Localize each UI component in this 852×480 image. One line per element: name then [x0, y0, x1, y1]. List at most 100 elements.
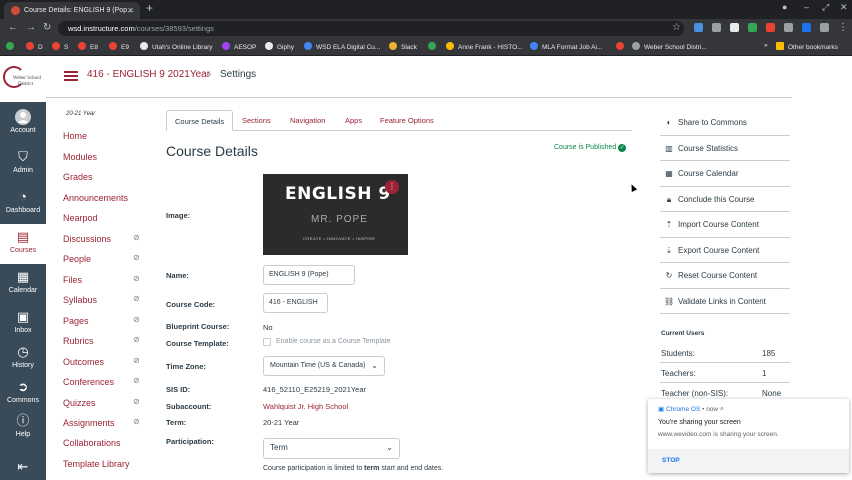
participation-label: Participation:	[166, 437, 214, 446]
timezone-select[interactable]: Mountain Time (US & Canada) ⌄	[263, 356, 385, 376]
bookmark-item[interactable]: MLA Format Job Ai...	[530, 42, 602, 51]
bookmark-item[interactable]: AESOP	[222, 42, 256, 51]
extension-icon[interactable]	[712, 23, 721, 32]
course-nav-collaborations[interactable]: Collaborations	[63, 438, 121, 448]
bookmark-item[interactable]: S	[52, 42, 68, 51]
subaccount-link[interactable]: Wahlquist Jr. High School	[263, 402, 348, 411]
extension-icon[interactable]	[748, 23, 757, 32]
extension-icon[interactable]	[766, 23, 775, 32]
back-icon[interactable]: ←	[8, 22, 18, 33]
export-content-button[interactable]: ⇣ Export Course Content	[664, 246, 790, 255]
bookmark-overflow-icon[interactable]: »	[764, 42, 768, 49]
course-nav-discussions[interactable]: Discussions	[63, 234, 111, 244]
bookmark-item[interactable]: Giphy	[265, 42, 294, 51]
course-nav-quizzes[interactable]: Quizzes	[63, 398, 96, 408]
course-nav-grades[interactable]: Grades	[63, 172, 93, 182]
validate-links-button[interactable]: ⛓ Validate Links in Content	[664, 297, 790, 306]
course-code-input[interactable]: 416 - ENGLISH	[263, 293, 328, 313]
divider	[660, 237, 790, 238]
course-nav-nearpod[interactable]: Nearpod	[63, 213, 98, 223]
participation-select[interactable]: Term ⌄	[263, 438, 400, 459]
calendar-icon: ▦	[665, 169, 673, 178]
global-nav-courses[interactable]: ▤ Courses	[0, 224, 46, 264]
image-label: Image:	[166, 211, 191, 220]
extension-icon[interactable]	[784, 23, 793, 32]
bookmark-item[interactable]: E9	[109, 42, 129, 51]
reload-icon[interactable]: ↻	[43, 22, 51, 33]
extension-icon[interactable]	[802, 23, 811, 32]
course-statistics-button[interactable]: ▥ Course Statistics	[664, 144, 790, 153]
page-title: Course Details	[166, 143, 258, 159]
bookmark-item[interactable]	[428, 42, 440, 51]
global-nav-admin[interactable]: ⛉ Admin	[0, 144, 46, 184]
collapse-icon: ⇤	[17, 459, 29, 474]
global-nav-dashboard[interactable]: ◔ Dashboard	[0, 184, 46, 224]
stop-sharing-button[interactable]: STOP	[662, 457, 680, 464]
bookmark-item[interactable]: D	[26, 42, 43, 51]
bookmark-item[interactable]: Utah's Online Library	[140, 42, 213, 51]
cast-icon[interactable]	[820, 23, 829, 32]
hamburger-icon[interactable]	[64, 71, 78, 81]
bookmark-item[interactable]: Anne Frank - HISTO...	[446, 42, 523, 51]
course-image[interactable]: ENGLISH 9 MR. POPE CREATE • INNOVATE • I…	[263, 174, 408, 255]
conclude-course-button[interactable]: 🔒︎ Conclude this Course	[664, 195, 790, 205]
bookmark-item[interactable]: Slack	[389, 42, 417, 51]
minimize-icon[interactable]: –	[804, 2, 809, 12]
bookmark-item[interactable]	[6, 42, 18, 51]
close-window-icon[interactable]: ✕	[840, 2, 848, 13]
reset-content-button[interactable]: ↻ Reset Course Content	[664, 271, 790, 280]
global-nav-account[interactable]: Account	[0, 104, 46, 144]
tab-navigation[interactable]: Navigation	[282, 110, 333, 131]
course-nav-conferences[interactable]: Conferences	[63, 377, 114, 387]
bookmark-star-icon[interactable]: ☆	[672, 22, 681, 33]
record-icon[interactable]: ●	[782, 2, 787, 12]
district-logo[interactable]: Weber School District	[0, 56, 46, 102]
course-nav-outcomes[interactable]: Outcomes	[63, 357, 104, 367]
maximize-icon[interactable]: ⤢	[822, 2, 829, 13]
tab-course-details[interactable]: Course Details	[166, 110, 234, 131]
nav-label: Admin	[13, 167, 33, 174]
extension-icon[interactable]	[694, 23, 703, 32]
image-options-icon[interactable]: ⋮	[385, 180, 399, 194]
close-tab-icon[interactable]: ✕	[127, 2, 134, 19]
name-label: Name:	[166, 271, 189, 280]
url-field[interactable]: wsd.instructure.com/courses/38593/settin…	[58, 21, 684, 36]
import-content-button[interactable]: ⇡ Import Course Content	[664, 220, 790, 229]
course-calendar-button[interactable]: ▦ Course Calendar	[664, 169, 790, 178]
course-nav-announcements[interactable]: Announcements	[63, 193, 128, 203]
course-name-input[interactable]: ENGLISH 9 (Pope)	[263, 265, 355, 285]
new-tab-icon[interactable]: +	[146, 1, 153, 15]
extension-icon[interactable]	[730, 23, 739, 32]
address-bar-row: ← → ↻ wsd.instructure.com/courses/38593/…	[0, 19, 852, 38]
share-to-commons-button[interactable]: ◐ Share to Commons	[664, 118, 790, 127]
collapse-nav-button[interactable]: ⇤	[0, 454, 46, 478]
bookmark-item[interactable]: Weber School Distri...	[632, 42, 707, 51]
course-nav-files[interactable]: Files	[63, 275, 82, 285]
global-nav-history[interactable]: ◷ History	[0, 339, 46, 379]
global-nav-calendar[interactable]: ▦ Calendar	[0, 264, 46, 304]
other-bookmarks[interactable]: Other bookmarks	[776, 42, 838, 51]
browser-tab[interactable]: Course Details: ENGLISH 9 (Pop… ✕	[4, 2, 140, 19]
course-nav-people[interactable]: People	[63, 254, 91, 264]
breadcrumb-course[interactable]: 416 - ENGLISH 9 2021Year	[87, 69, 210, 80]
course-nav-template-library[interactable]: Template Library	[63, 459, 130, 469]
bookmark-item[interactable]	[616, 42, 628, 51]
course-nav-rubrics[interactable]: Rubrics	[63, 336, 94, 346]
template-checkbox-label: Enable course as a Course Template	[276, 338, 391, 345]
bookmark-item[interactable]: E8	[78, 42, 98, 51]
tab-sections[interactable]: Sections	[234, 110, 279, 131]
menu-kebab-icon[interactable]: ⋮	[838, 22, 848, 33]
bookmark-item[interactable]: WSD ELA Digital Cu...	[304, 42, 380, 51]
global-nav-help[interactable]: ⓘ Help	[0, 408, 46, 448]
course-nav-syllabus[interactable]: Syllabus	[63, 295, 97, 305]
tab-apps[interactable]: Apps	[337, 110, 370, 131]
course-nav-home[interactable]: Home	[63, 131, 87, 141]
tab-feature-options[interactable]: Feature Options	[372, 110, 442, 131]
course-nav-assignments[interactable]: Assignments	[63, 418, 115, 428]
template-checkbox[interactable]	[263, 338, 271, 346]
course-nav-pages[interactable]: Pages	[63, 316, 89, 326]
course-nav-modules[interactable]: Modules	[63, 152, 97, 162]
participation-value: Term	[270, 443, 288, 452]
forward-icon[interactable]: →	[26, 22, 36, 33]
global-nav-inbox[interactable]: ▣ Inbox	[0, 304, 46, 344]
